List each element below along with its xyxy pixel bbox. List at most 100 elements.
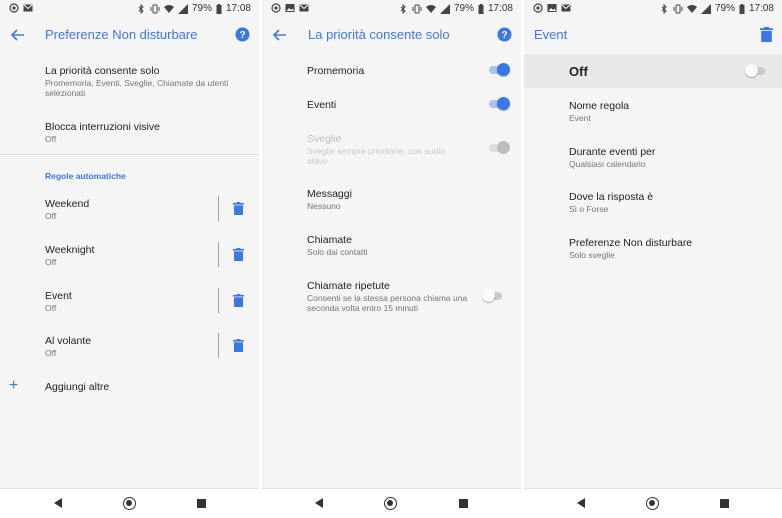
- trash-icon[interactable]: [233, 339, 244, 352]
- promemoria-toggle[interactable]: [488, 63, 510, 77]
- status-bar: 79% 17:08: [262, 0, 521, 18]
- rule-weekend[interactable]: Weekend Off: [0, 196, 259, 226]
- battery-icon: [216, 4, 222, 14]
- status-bar: 79% 17:08: [524, 0, 782, 18]
- rule-event[interactable]: Event Off: [0, 288, 259, 318]
- master-switch-toggle[interactable]: [745, 64, 767, 78]
- nav-home-icon[interactable]: [384, 497, 397, 510]
- page-title: Preferenze Non disturbare: [45, 27, 198, 42]
- app-bar: Preferenze Non disturbare ?: [0, 18, 259, 54]
- item-subtitle: Consenti se la stessa persona chiama una…: [307, 293, 468, 313]
- item-subtitle: Sì o Forse: [569, 204, 609, 214]
- item-subtitle: Nessuno: [307, 201, 341, 211]
- svg-text:?: ?: [239, 30, 245, 41]
- eventi-toggle[interactable]: [488, 97, 510, 111]
- plus-icon: +: [9, 377, 19, 394]
- navigation-bar: [524, 488, 782, 518]
- battery-percent: 79%: [714, 3, 735, 14]
- trash-icon[interactable]: [233, 202, 244, 215]
- add-rule-button[interactable]: + Aggiungi altre: [0, 378, 259, 396]
- whatsapp-icon: [9, 3, 19, 13]
- signal-icon: [177, 4, 188, 14]
- trash-icon[interactable]: [233, 294, 244, 307]
- sveglie-toggle: [488, 141, 510, 155]
- navigation-bar: [0, 488, 259, 518]
- image-icon: [285, 4, 295, 12]
- nav-home-icon[interactable]: [123, 497, 136, 510]
- battery-percent: 79%: [191, 3, 212, 14]
- rule-al-volante[interactable]: Al volante Off: [0, 333, 259, 363]
- back-arrow-icon[interactable]: [272, 27, 288, 43]
- priority-only-screen: 79% 17:08 La priorità consente solo ? Pr…: [262, 0, 521, 518]
- nav-back-icon[interactable]: [577, 498, 585, 508]
- back-arrow-icon[interactable]: [10, 27, 26, 43]
- item-title: Blocca interruzioni visive: [45, 121, 160, 133]
- add-rule-label: Aggiungi altre: [45, 381, 110, 393]
- dnd-preferences-item[interactable]: Preferenze Non disturbare Solo sveglie: [524, 235, 782, 265]
- gmail-icon: [561, 4, 571, 12]
- nav-back-icon[interactable]: [315, 498, 323, 508]
- item-subtitle: Solo sveglie: [569, 250, 615, 260]
- item-subtitle: Off: [45, 134, 57, 144]
- divider: [0, 154, 259, 155]
- vertical-separator: [218, 288, 219, 313]
- nav-recents-icon[interactable]: [720, 499, 729, 508]
- svg-text:?: ?: [501, 30, 507, 41]
- messaggi-item[interactable]: Messaggi Nessuno: [262, 186, 521, 216]
- rule-title: Weeknight: [45, 244, 95, 256]
- section-header-automatic-rules: Regole automatiche: [45, 171, 126, 181]
- bluetooth-icon: [138, 4, 144, 14]
- block-visual-interruptions-item[interactable]: Blocca interruzioni visive Off: [0, 118, 259, 148]
- where-reply-is-item[interactable]: Dove la risposta è Sì o Forse: [524, 189, 782, 219]
- nav-recents-icon[interactable]: [197, 499, 206, 508]
- whatsapp-icon: [271, 3, 281, 13]
- chiamate-ripetute-toggle[interactable]: [482, 289, 504, 303]
- bluetooth-icon: [400, 4, 406, 14]
- help-circle-icon[interactable]: ?: [235, 27, 250, 42]
- status-bar: 79% 17:08: [0, 0, 259, 18]
- item-title: Sveglie: [307, 133, 342, 145]
- item-subtitle: Solo dai contatti: [307, 247, 368, 257]
- promemoria-item[interactable]: Promemoria: [262, 62, 521, 82]
- page-title: La priorità consente solo: [308, 27, 450, 42]
- nav-home-icon[interactable]: [646, 497, 659, 510]
- bluetooth-icon: [661, 4, 667, 14]
- trash-icon[interactable]: [233, 248, 244, 261]
- dnd-preferences-screen: 79% 17:08 Preferenze Non disturbare ? La…: [0, 0, 259, 518]
- battery-icon: [478, 4, 484, 14]
- gmail-icon: [23, 4, 33, 12]
- chiamate-item[interactable]: Chiamate Solo dai contatti: [262, 232, 521, 262]
- item-subtitle: Qualsiasi calendario: [569, 159, 646, 169]
- help-circle-icon[interactable]: ?: [497, 27, 512, 42]
- rule-subtitle: Off: [45, 303, 57, 313]
- rule-title: Event: [45, 290, 72, 302]
- item-subtitle: Promemoria, Eventi, Sveglie, Chiamate da…: [45, 78, 229, 98]
- item-title: Chiamate: [307, 234, 352, 246]
- page-title: Event: [534, 27, 568, 42]
- item-title: Durante eventi per: [569, 146, 656, 158]
- item-subtitle: Sveglie sempre prioritarie, con audio at…: [307, 146, 445, 166]
- item-title: Dove la risposta è: [569, 191, 654, 203]
- rule-name-item[interactable]: Nome regola Event: [524, 98, 782, 128]
- chiamate-ripetute-item[interactable]: Chiamate ripetute Consenti se la stessa …: [262, 278, 521, 318]
- signal-icon: [439, 4, 450, 14]
- item-title: Preferenze Non disturbare: [569, 237, 693, 249]
- rule-subtitle: Off: [45, 348, 57, 358]
- app-bar: La priorità consente solo ?: [262, 18, 521, 54]
- nav-back-icon[interactable]: [54, 498, 62, 508]
- vertical-separator: [218, 242, 219, 267]
- rule-subtitle: Off: [45, 211, 57, 221]
- item-title: Promemoria: [307, 65, 365, 77]
- battery-percent: 79%: [453, 3, 474, 14]
- nav-recents-icon[interactable]: [459, 499, 468, 508]
- trash-icon[interactable]: [760, 27, 773, 42]
- rule-weeknight[interactable]: Weeknight Off: [0, 242, 259, 272]
- item-title: Nome regola: [569, 100, 630, 112]
- vertical-separator: [218, 196, 219, 221]
- rule-master-switch-row[interactable]: Off: [524, 54, 782, 88]
- priority-only-allows-item[interactable]: La priorità consente solo Promemoria, Ev…: [0, 62, 259, 104]
- clock: 17:08: [487, 3, 513, 14]
- navigation-bar: [262, 488, 521, 518]
- eventi-item[interactable]: Eventi: [262, 96, 521, 116]
- during-events-for-item[interactable]: Durante eventi per Qualsiasi calendario: [524, 144, 782, 174]
